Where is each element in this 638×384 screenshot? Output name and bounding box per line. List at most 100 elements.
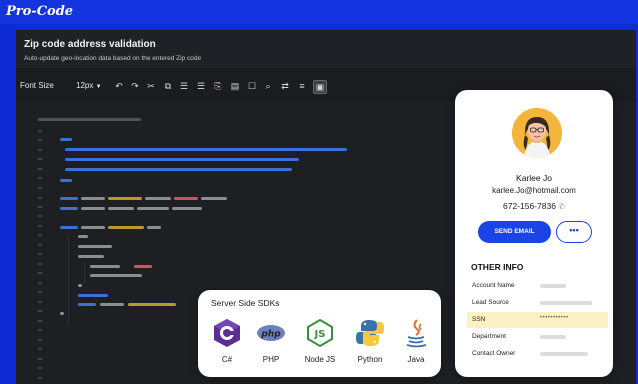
code-line xyxy=(147,226,161,229)
info-label: Lead Source xyxy=(472,299,509,306)
avatar xyxy=(512,108,562,158)
code-line xyxy=(134,265,152,268)
align-left-icon[interactable]: ☰ xyxy=(178,80,190,92)
code-line xyxy=(81,226,105,229)
sdk-java[interactable]: Java xyxy=(392,318,440,368)
more-options-button[interactable]: ••• xyxy=(556,221,592,243)
gutter-marker xyxy=(38,263,42,265)
code-line xyxy=(172,207,202,210)
contact-name: Karlee Jo xyxy=(516,173,552,183)
sdk-label: Python xyxy=(357,355,383,364)
code-line xyxy=(108,197,142,200)
find-icon[interactable]: ⌕ xyxy=(262,80,274,92)
gutter-marker xyxy=(38,158,42,160)
other-info-title: OTHER INFO xyxy=(471,262,524,272)
gutter-marker xyxy=(38,187,42,189)
code-line xyxy=(81,207,105,210)
gutter-marker xyxy=(38,225,42,227)
gutter-marker xyxy=(38,301,42,303)
font-size-select[interactable]: 12px ▼ xyxy=(76,81,102,90)
gutter-marker xyxy=(38,244,42,246)
sdk-label: C# xyxy=(221,355,233,364)
send-email-button[interactable]: SEND EMAIL xyxy=(478,221,551,243)
gutter-marker xyxy=(38,339,42,341)
top-bar: Pro-Code xyxy=(0,0,638,24)
gutter-marker xyxy=(38,282,42,284)
panel-header: Zip code address validation Auto-update … xyxy=(16,30,636,68)
ssn-masked-value: ••••••••••• xyxy=(540,315,569,321)
info-value-placeholder xyxy=(540,284,566,288)
align-right-icon[interactable]: ☰ xyxy=(195,80,207,92)
chevron-down-icon: ▼ xyxy=(95,84,102,90)
font-size-label: Font Size xyxy=(20,81,54,90)
font-size-value: 12px xyxy=(76,81,94,90)
code-line xyxy=(60,138,72,141)
code-line xyxy=(137,207,169,210)
copy-icon[interactable]: ⧉ xyxy=(162,80,174,92)
info-value-placeholder xyxy=(540,335,566,339)
code-line xyxy=(60,179,72,182)
contact-email[interactable]: karlee.Jo@hotmail.com xyxy=(455,186,613,195)
code-line xyxy=(78,294,108,297)
info-row-account-name: Account Name xyxy=(467,278,608,294)
code-line xyxy=(201,197,227,200)
cut-icon[interactable]: ✂ xyxy=(145,80,157,92)
checkbox-icon[interactable]: ☐ xyxy=(246,80,258,92)
code-line xyxy=(65,168,292,171)
word-wrap-icon[interactable]: ⇄ xyxy=(279,80,291,92)
info-label: Contact Owner xyxy=(472,350,516,357)
info-label: SSN xyxy=(472,316,486,323)
brand-logo[interactable]: Pro-Code xyxy=(6,4,73,19)
paste-icon[interactable]: ⎘ xyxy=(212,80,224,92)
code-line xyxy=(145,197,171,200)
code-line xyxy=(60,312,64,315)
info-value-placeholder xyxy=(540,301,592,305)
csharp-icon xyxy=(214,319,240,347)
python-icon xyxy=(356,320,384,346)
undo-icon[interactable]: ↶ xyxy=(113,80,125,92)
contact-card: Karlee Jo karlee.Jo@hotmail.com 672-156-… xyxy=(455,90,613,377)
code-line xyxy=(78,235,88,238)
sdk-php[interactable]: php PHP xyxy=(247,318,295,368)
code-line xyxy=(78,303,96,306)
gutter-marker xyxy=(38,139,42,141)
list-icon[interactable]: ≡ xyxy=(296,80,308,92)
gutter-marker xyxy=(38,234,42,236)
java-icon xyxy=(406,319,427,348)
code-line xyxy=(108,226,144,229)
comment-icon[interactable]: ▤ xyxy=(229,80,241,92)
code-line xyxy=(78,284,82,287)
info-label: Account Name xyxy=(472,282,515,289)
contact-phone-number: 672-156-7836 xyxy=(502,201,556,211)
gutter-marker xyxy=(38,130,42,132)
gutter-marker xyxy=(38,329,42,331)
php-icon: php xyxy=(257,325,285,341)
redo-icon[interactable]: ↷ xyxy=(129,80,141,92)
phone-icon[interactable]: ✆ xyxy=(558,202,565,211)
info-label: Department xyxy=(472,333,506,340)
code-line xyxy=(108,207,134,210)
code-line xyxy=(90,265,120,268)
gutter-marker xyxy=(38,291,42,293)
gutter-marker xyxy=(38,358,42,360)
preview-icon[interactable]: ▣ xyxy=(313,80,327,94)
gutter-marker xyxy=(38,377,42,379)
sdk-nodejs[interactable]: JS Node JS xyxy=(296,318,344,368)
code-line xyxy=(60,226,78,229)
code-line xyxy=(60,197,78,200)
contact-phone: 672-156-7836 ✆ xyxy=(455,201,613,211)
sdk-card: Server Side SDKs C# php PHP JS Node JS P… xyxy=(198,290,441,377)
gutter-marker xyxy=(38,367,42,369)
code-line xyxy=(174,197,198,200)
gutter-marker xyxy=(38,206,42,208)
gutter-marker xyxy=(38,253,42,255)
code-line xyxy=(65,158,299,161)
gutter-marker xyxy=(38,149,42,151)
gutter-marker xyxy=(38,320,42,322)
gutter-marker xyxy=(38,215,42,217)
info-row-lead-source: Lead Source xyxy=(467,295,608,311)
sdk-csharp[interactable]: C# xyxy=(203,318,251,368)
gutter-marker xyxy=(38,310,42,312)
sdk-python[interactable]: Python xyxy=(346,318,394,368)
panel-title: Zip code address validation xyxy=(24,39,156,50)
